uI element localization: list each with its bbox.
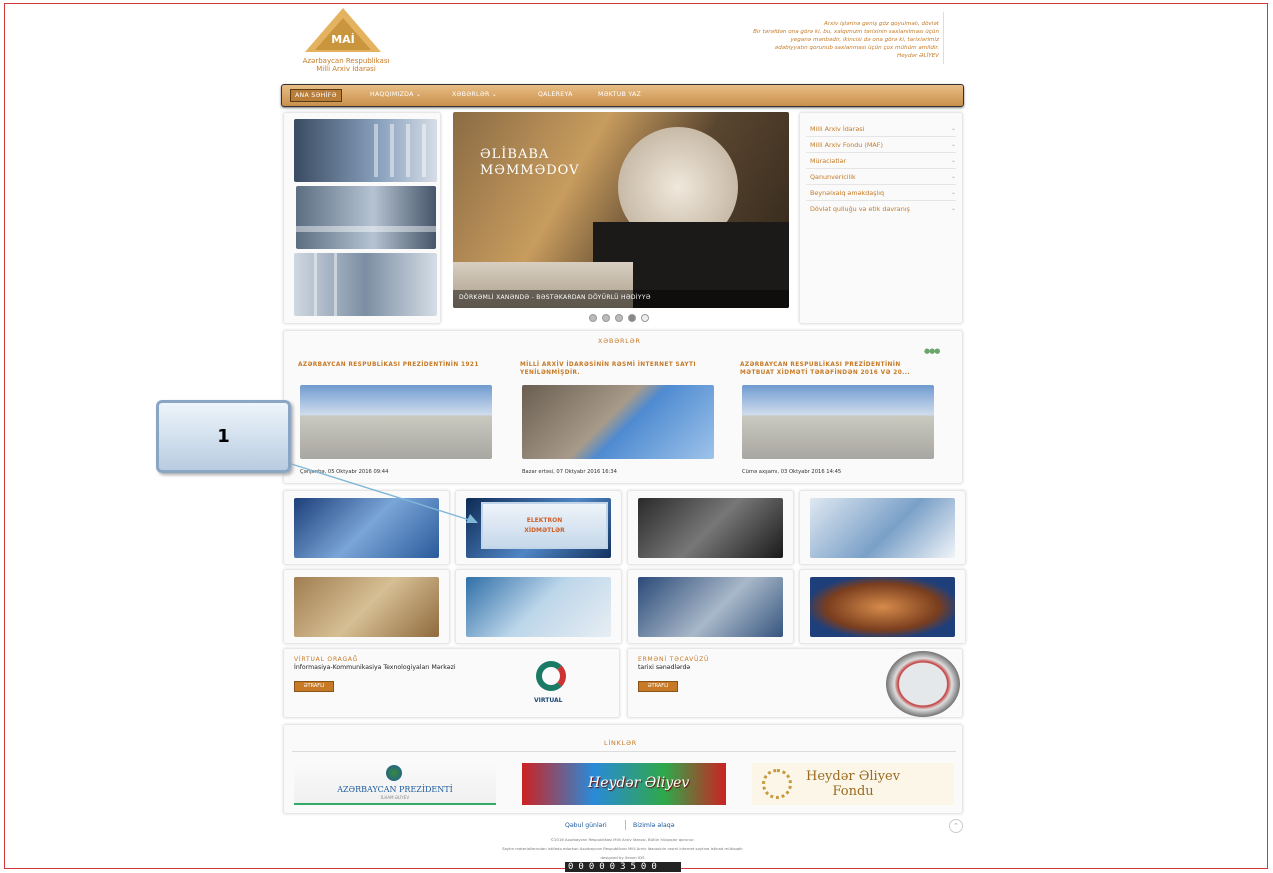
callout-label: 1	[156, 400, 291, 473]
electronic-services-label[interactable]: ELEKTRON XİDMƏTLƏR	[481, 502, 608, 549]
elx-line2: XİDMƏTLƏR	[524, 526, 565, 534]
elx-line1: ELEKTRON	[526, 516, 563, 524]
